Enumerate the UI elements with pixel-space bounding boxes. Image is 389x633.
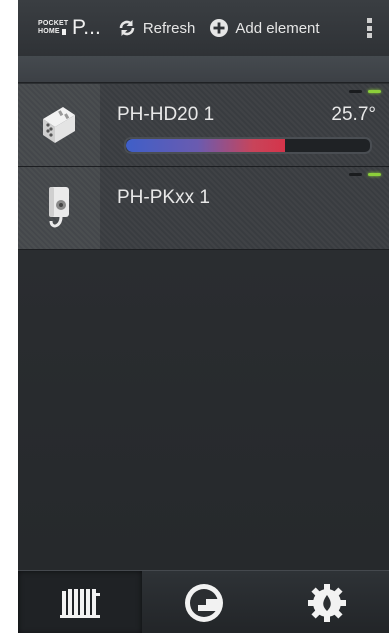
logo-text-home: HOME bbox=[38, 28, 60, 35]
status-leds bbox=[349, 173, 381, 176]
add-element-button[interactable]: Add element bbox=[209, 18, 320, 38]
device-icon-cell bbox=[18, 84, 100, 166]
nav-energy[interactable] bbox=[142, 571, 266, 633]
status-led-on bbox=[368, 173, 381, 176]
status-led-on bbox=[368, 90, 381, 93]
refresh-label: Refresh bbox=[142, 19, 196, 37]
device-row-ph-pkxx[interactable]: PH-PKxx 1 bbox=[18, 167, 389, 250]
refresh-button[interactable]: Refresh bbox=[117, 18, 196, 38]
refresh-icon bbox=[119, 20, 135, 36]
overflow-menu-icon[interactable] bbox=[367, 18, 373, 38]
pocket-home-logo[interactable]: POCKET HOME bbox=[38, 16, 69, 40]
status-leds bbox=[349, 90, 381, 93]
logo-text-pocket: POCKET bbox=[38, 20, 69, 27]
temperature-bar bbox=[124, 137, 372, 154]
device-row-ph-hd20[interactable]: PH-HD20 1 25.7° bbox=[18, 84, 389, 167]
energy-gauge-icon bbox=[184, 583, 223, 622]
add-element-label: Add element bbox=[235, 19, 320, 37]
nav-settings[interactable] bbox=[265, 571, 389, 633]
sub-header-bar bbox=[18, 56, 389, 83]
wall-plug-icon bbox=[49, 187, 69, 228]
bottom-navigation bbox=[18, 570, 389, 633]
logo-square-icon bbox=[61, 29, 66, 35]
device-temperature: 25.7° bbox=[331, 104, 376, 125]
action-bar: POCKET HOME P... Refresh Add element bbox=[18, 0, 389, 56]
app-screen: POCKET HOME P... Refresh Add element PH-… bbox=[18, 0, 389, 633]
device-icon-cell bbox=[18, 167, 100, 249]
app-title[interactable]: P... bbox=[72, 16, 101, 40]
status-led-off bbox=[349, 173, 362, 176]
radiator-thermostat-icon bbox=[43, 107, 75, 143]
settings-gear-icon bbox=[308, 583, 347, 622]
status-led-off bbox=[349, 90, 362, 93]
nav-radiators[interactable] bbox=[18, 571, 142, 633]
radiator-icon bbox=[59, 588, 100, 618]
add-circle-icon bbox=[210, 19, 229, 37]
device-name: PH-PKxx 1 bbox=[117, 187, 210, 208]
temperature-bar-fill bbox=[126, 139, 285, 152]
device-name: PH-HD20 1 bbox=[117, 104, 215, 125]
